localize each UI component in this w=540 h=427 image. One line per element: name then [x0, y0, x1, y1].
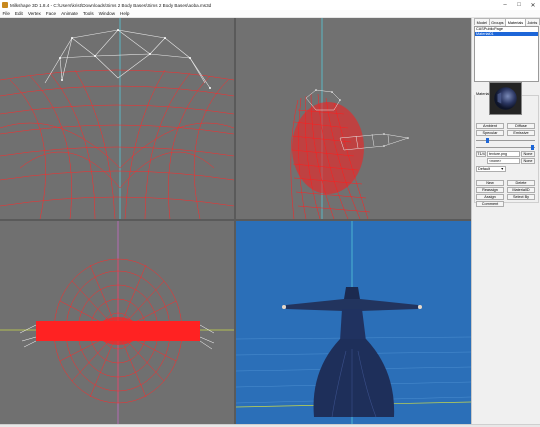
comment-button[interactable]: Comment: [476, 201, 504, 207]
viewport-3d[interactable]: [236, 221, 471, 424]
mode-dropdown[interactable]: Default ▼: [476, 166, 506, 172]
texture-file-field[interactable]: texture.png: [487, 151, 520, 157]
alpha-file-field[interactable]: <none>: [487, 158, 520, 164]
assign-button[interactable]: Assign: [476, 194, 504, 200]
specular-button[interactable]: Specular: [476, 130, 504, 136]
panel-tabs: Model Groups Materials Joints: [474, 18, 540, 26]
slider-track: [476, 139, 535, 141]
slider-thumb[interactable]: [531, 144, 534, 150]
slider-thumb[interactable]: [486, 137, 489, 143]
menu-tools[interactable]: Tools: [80, 11, 96, 16]
alpha-none-button[interactable]: None: [521, 158, 535, 164]
emissive-button[interactable]: Emissive: [507, 130, 535, 136]
menu-window[interactable]: Window: [96, 11, 117, 16]
menu-file[interactable]: File: [0, 11, 12, 16]
viewport-top[interactable]: [0, 221, 234, 424]
transparency-slider[interactable]: [476, 144, 535, 150]
title-bar: Milkshape 3D 1.8.4 - C:\Users\krist\Down…: [0, 0, 540, 10]
slider-track: [476, 146, 535, 148]
material-id-button[interactable]: MaterialID: [507, 187, 535, 193]
menu-face[interactable]: Face: [43, 11, 58, 16]
viewport-front[interactable]: [0, 18, 234, 219]
window-title: Milkshape 3D 1.8.4 - C:\Users\krist\Down…: [10, 2, 212, 8]
tab-joints[interactable]: Joints: [524, 18, 540, 25]
menu-animate[interactable]: Animate: [59, 11, 81, 16]
tab-groups[interactable]: Groups: [488, 18, 507, 25]
minimize-icon[interactable]: –: [498, 0, 512, 10]
viewport-area: [0, 18, 471, 424]
menu-vertex[interactable]: Vertex: [25, 11, 43, 16]
mode-value: Default: [478, 167, 491, 171]
menu-bar: File Edit Vertex Face Animate Tools Wind…: [0, 10, 540, 18]
menu-help[interactable]: Help: [118, 11, 132, 16]
reassign-button[interactable]: Reassign: [476, 187, 504, 193]
close-icon[interactable]: ✕: [526, 0, 540, 10]
list-item-selected[interactable]: Material01: [475, 31, 538, 37]
texture-none-button[interactable]: None: [521, 151, 535, 157]
tab-materials[interactable]: Materials: [505, 18, 526, 26]
delete-button[interactable]: Delete: [507, 180, 535, 186]
select-by-button[interactable]: Select By: [507, 194, 535, 200]
diffuse-button[interactable]: Diffuse: [507, 123, 535, 129]
menu-edit[interactable]: Edit: [12, 11, 25, 16]
texture-button[interactable]: T1/4: [476, 151, 486, 157]
new-button[interactable]: New: [476, 180, 504, 186]
ambient-button[interactable]: Ambient: [476, 123, 504, 129]
milkshape-app-icon: [2, 2, 8, 8]
tab-model[interactable]: Model: [474, 18, 490, 25]
right-panel: Model Groups Materials Joints CASPublicP…: [471, 18, 540, 424]
chevron-down-icon: ▼: [500, 167, 504, 171]
viewport-side[interactable]: [236, 18, 471, 219]
shininess-slider[interactable]: [476, 137, 535, 143]
material-list[interactable]: CASPublicPage Material01: [474, 26, 539, 82]
material-preview: [489, 82, 522, 115]
maximize-icon[interactable]: □: [512, 0, 526, 10]
